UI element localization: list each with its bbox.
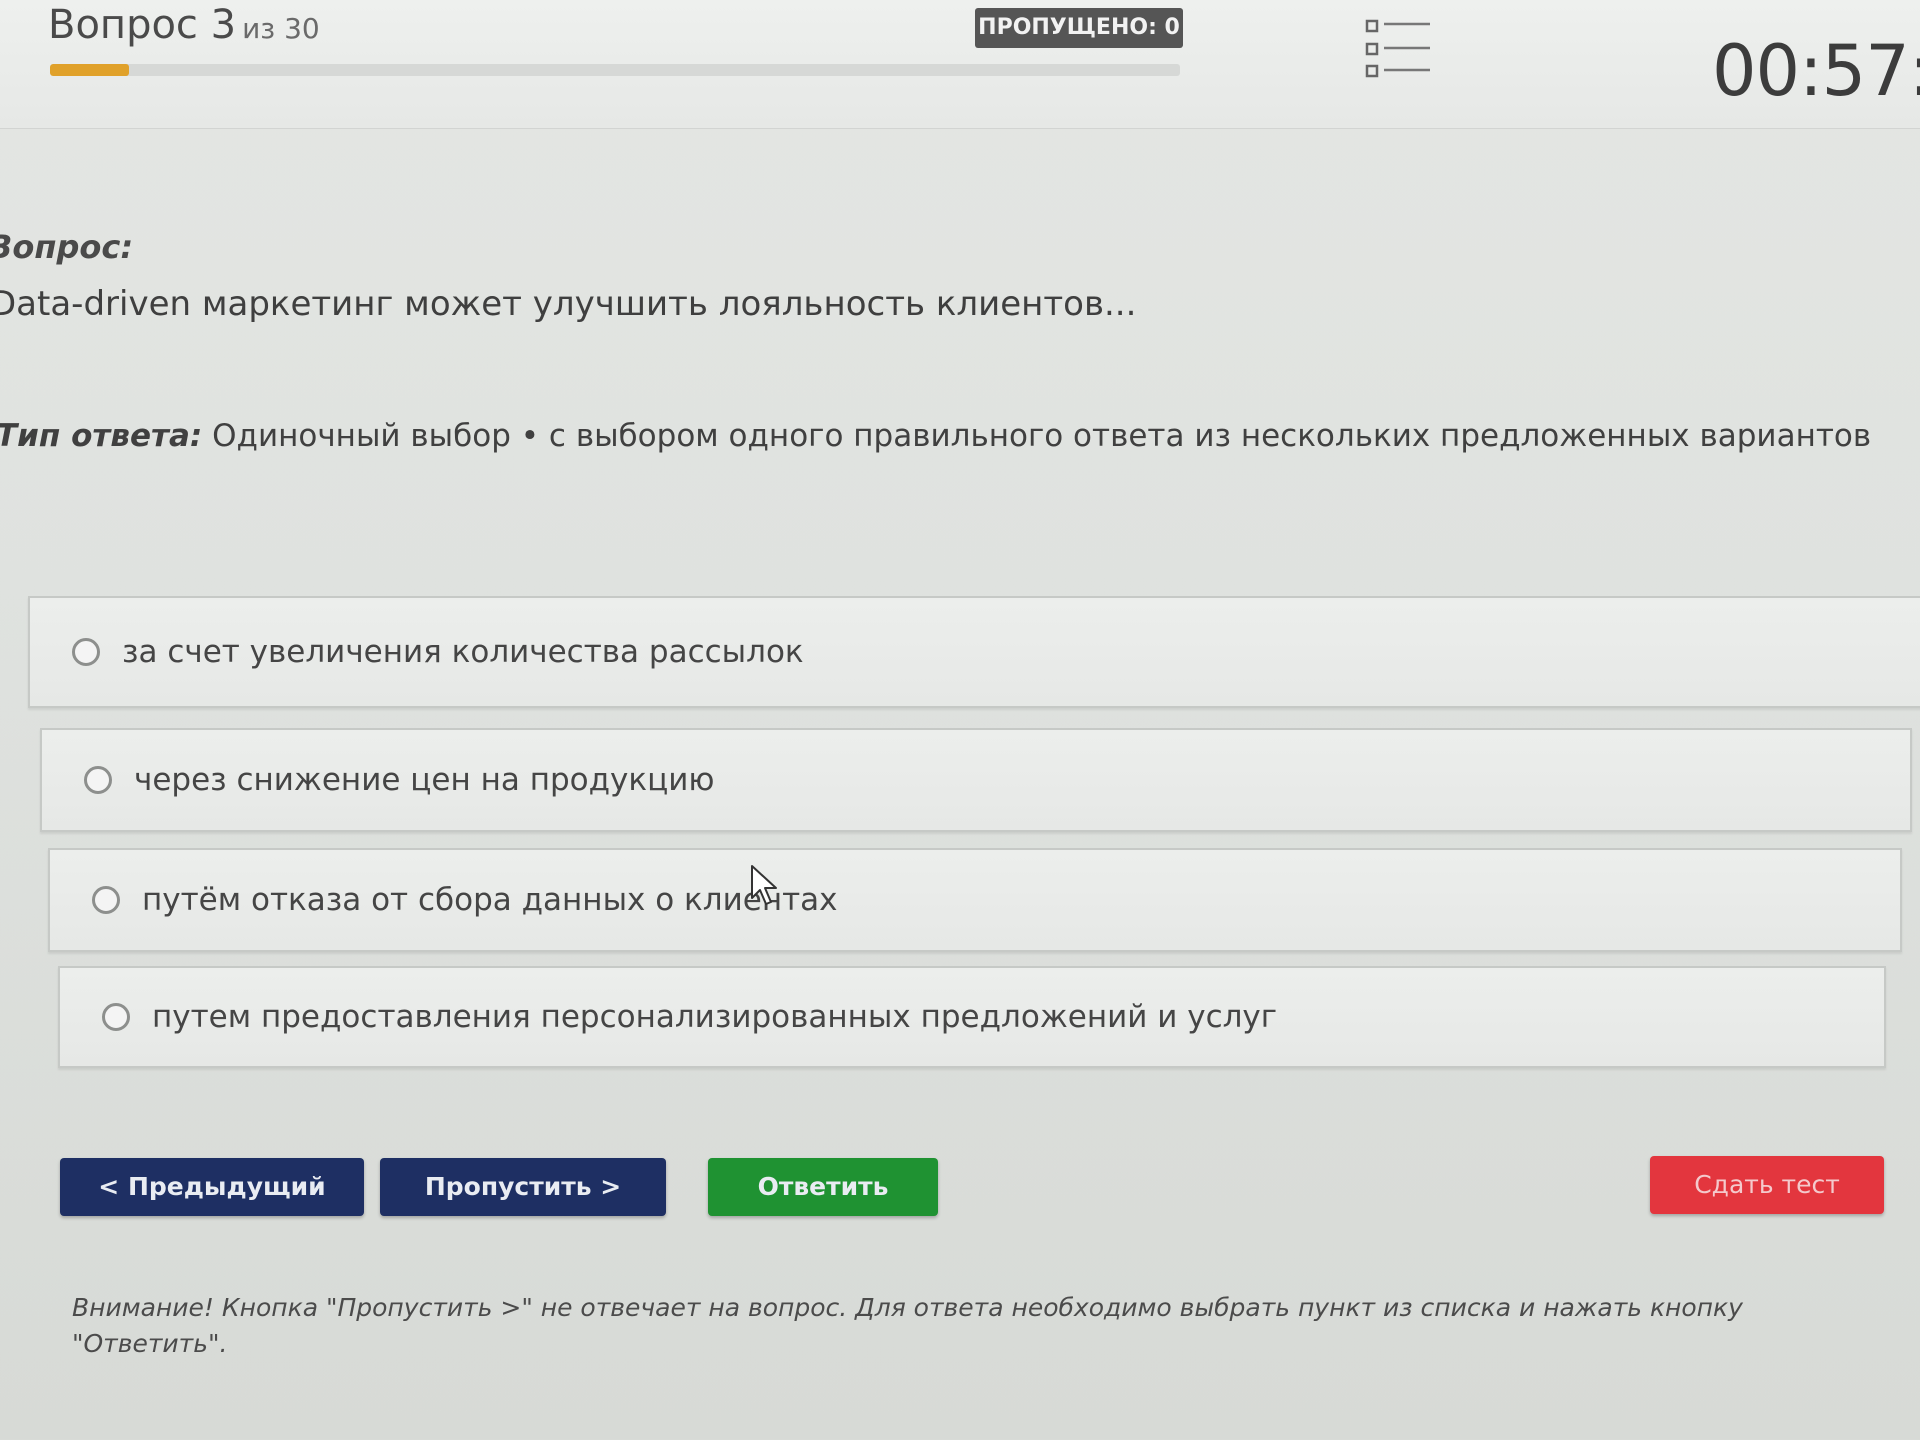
answer-option-label: за счет увеличения количества рассылок (122, 634, 804, 670)
progress-bar (50, 64, 1180, 76)
skipped-badge: ПРОПУЩЕНО: 0 (975, 8, 1183, 48)
timer: 00:57:5 (1712, 30, 1920, 112)
radio-button[interactable] (84, 766, 112, 794)
answer-type-label: Тип ответа: (0, 418, 203, 454)
answer-option-1[interactable]: за счет увеличения количества рассылок (28, 596, 1920, 708)
answer-option-2[interactable]: через снижение цен на продукцию (40, 728, 1912, 832)
radio-button[interactable] (92, 886, 120, 914)
skip-button[interactable]: Пропустить > (380, 1158, 666, 1216)
answer-button[interactable]: Ответить (708, 1158, 938, 1216)
radio-button[interactable] (72, 638, 100, 666)
radio-button[interactable] (102, 1003, 130, 1031)
question-list-icon[interactable] (1364, 18, 1432, 80)
question-number: Вопрос 3 (48, 2, 237, 48)
answer-option-label: путем предоставления персонализированных… (152, 999, 1278, 1035)
question-total: из 30 (242, 12, 320, 45)
quiz-header: Вопрос 3из 30 ПРОПУЩЕНО: 0 00:57:5 (0, 0, 1920, 129)
mouse-cursor-icon (751, 865, 777, 905)
question-text: Data-driven маркетинг может улучшить лоя… (0, 284, 1137, 324)
previous-button[interactable]: < Предыдущий (60, 1158, 364, 1216)
question-counter: Вопрос 3 из 30 (48, 2, 320, 48)
question-heading: Вопрос: (0, 228, 134, 266)
answer-type: Тип ответа: Одиночный выбор • с выбором … (0, 418, 1871, 454)
answer-option-label: путём отказа от сбора данных о клиентах (142, 882, 838, 918)
skip-warning-note: Внимание! Кнопка "Пропустить >" не отвеч… (72, 1293, 1743, 1358)
answer-option-4[interactable]: путем предоставления персонализированных… (58, 966, 1886, 1068)
finish-test-button[interactable]: Сдать тест (1650, 1156, 1884, 1214)
answer-type-value: Одиночный выбор • с выбором одного прави… (212, 418, 1872, 454)
answer-option-label: через снижение цен на продукцию (134, 762, 715, 798)
answer-option-3[interactable]: путём отказа от сбора данных о клиентах (48, 848, 1902, 952)
progress-fill (50, 64, 130, 76)
